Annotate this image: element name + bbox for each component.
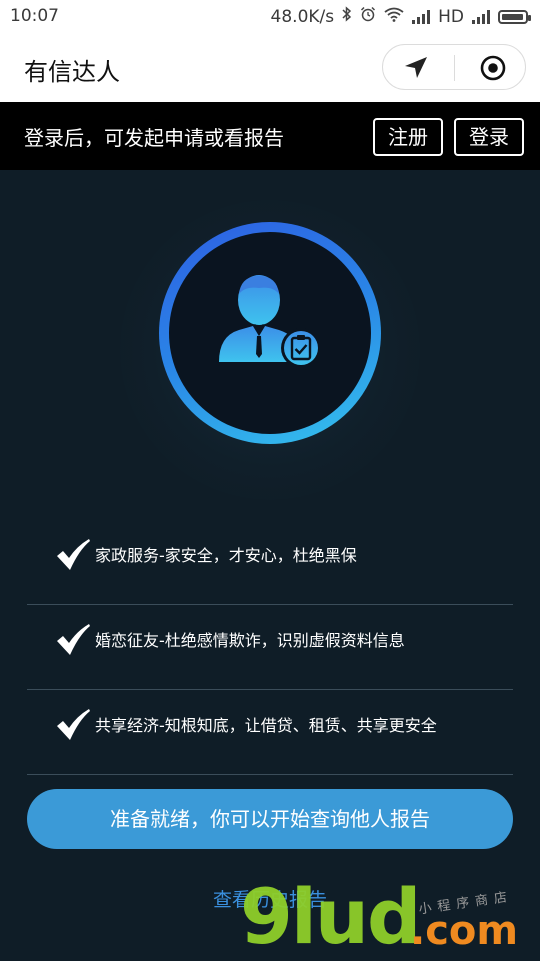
check-icon [57,539,90,570]
record-icon[interactable] [479,54,507,82]
wifi-icon [384,7,404,27]
status-right: 48.0K/s HD [270,6,531,27]
battery-icon [498,9,531,24]
feature-text: 婚恋征友-杜绝感情欺诈，识别虚假资料信息 [95,631,405,650]
start-query-button[interactable]: 准备就绪，你可以开始查询他人报告 [27,789,513,849]
bluetooth-icon [342,6,352,27]
login-banner: 登录后，可发起申请或看报告 注册 登录 [0,102,540,170]
location-arrow-icon[interactable] [401,54,431,82]
status-time: 10:07 [10,6,59,26]
capsule-divider [454,55,455,81]
register-button[interactable]: 注册 [373,118,443,156]
feature-list: 家政服务-家安全，才安心，杜绝黑保 婚恋征友-杜绝感情欺诈，识别虚假资料信息 共… [27,520,513,775]
login-prompt-text: 登录后，可发起申请或看报告 [24,126,284,150]
nav-bar: 有信达人 [0,34,540,102]
feature-text: 家政服务-家安全，才安心，杜绝黑保 [95,546,357,565]
hero-ring-inner [169,232,371,434]
login-button[interactable]: 登录 [454,118,524,156]
watermark-domain: .com [410,908,519,954]
hero-ring [159,222,381,444]
hero-section [0,170,540,530]
feature-item: 家政服务-家安全，才安心，杜绝黑保 [27,520,513,605]
check-icon [57,624,90,655]
user-report-icon [219,275,321,368]
watermark-logo: 9lud [240,872,421,961]
watermark: 9lud 小程序商店 .com [240,872,540,961]
check-icon [57,709,90,740]
mini-program-capsule [382,44,526,90]
feature-item: 婚恋征友-杜绝感情欺诈，识别虚假资料信息 [27,605,513,690]
status-bar: 10:07 48.0K/s HD [0,0,540,34]
feature-item: 共享经济-知根知底，让借贷、租赁、共享更安全 [27,690,513,775]
signal-icon-2 [472,9,490,24]
page-title: 有信达人 [24,58,120,86]
signal-icon [412,9,431,24]
alarm-icon [360,6,376,27]
network-type: HD [438,6,464,27]
network-speed: 48.0K/s [270,6,335,27]
feature-text: 共享经济-知根知底，让借贷、租赁、共享更安全 [95,716,437,735]
